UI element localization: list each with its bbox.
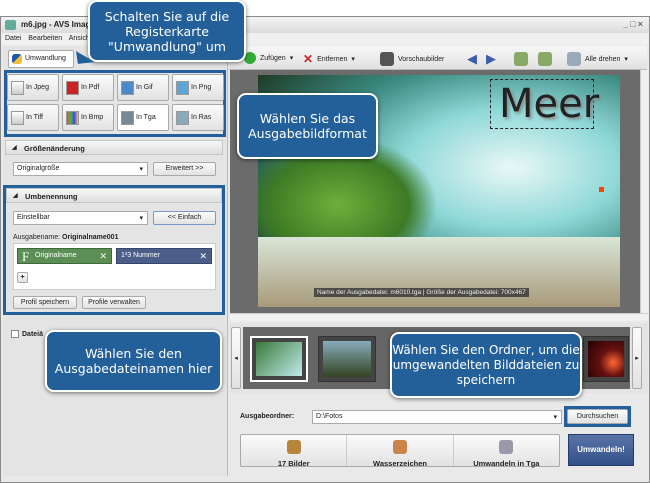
menu-bearbeiten[interactable]: Bearbeiten	[28, 35, 62, 42]
manage-profiles-button[interactable]: Profile verwalten	[82, 296, 146, 309]
format-tiff[interactable]: In Tiff	[7, 104, 59, 131]
prev-arrow-icon[interactable]: ◀	[467, 51, 477, 67]
steps-bar: 17 Bilder Wasserzeichen Umwandeln in Tga	[240, 434, 560, 468]
format-jpeg[interactable]: In Jpeg	[7, 74, 59, 101]
app-icon	[5, 20, 16, 30]
convert-file-icon	[499, 440, 514, 454]
convert-button[interactable]: Umwandeln!	[568, 434, 634, 466]
grid-icon	[380, 52, 394, 66]
png-icon	[176, 80, 189, 95]
images-icon	[286, 440, 301, 454]
advanced-button[interactable]: Erweitert >>	[153, 162, 216, 176]
callout-format: Wählen Sie das Ausgabebildformat	[237, 93, 378, 159]
step-convert[interactable]: Umwandeln in Tga	[452, 435, 559, 468]
resize-header[interactable]: ◢ Größenänderung	[5, 140, 223, 155]
format-gif[interactable]: In Gif	[117, 74, 169, 101]
token-nummer[interactable]: 1²3 Nummer ✕	[116, 248, 212, 264]
callout-name: Wählen Sie den Ausgabedateinamen hier	[45, 330, 222, 392]
window-title: m6.jpg - AVS Image	[21, 20, 95, 29]
collapse-icon: ◢	[12, 145, 17, 151]
collapse-icon: ◢	[13, 193, 18, 199]
bmp-icon	[66, 110, 79, 125]
rotate-right-icon[interactable]	[538, 52, 552, 66]
callout-folder: Wählen Sie den Ordner, um die umgewandel…	[390, 332, 582, 398]
output-folder-label: Ausgabeordner:	[240, 413, 295, 420]
add-button[interactable]: Zufügen ▾	[244, 52, 293, 64]
preview-caption: Name der Ausgabedatei: m6010.tga | Größe…	[314, 288, 529, 297]
horizontal-scrollbar[interactable]	[230, 313, 648, 321]
rotate-all-button[interactable]: Alle drehen ▾	[567, 52, 628, 66]
format-ras[interactable]: In Ras	[172, 104, 224, 131]
tab-umwandlung[interactable]: Umwandlung	[8, 50, 74, 68]
rotate-handle[interactable]	[599, 187, 604, 192]
pdf-icon	[66, 80, 79, 95]
thumbnail-n[interactable]	[583, 336, 629, 382]
dropdown-icon[interactable]: ▾	[290, 54, 294, 62]
tiff-icon	[11, 110, 24, 125]
token-originalname[interactable]: F Originalname ✕	[17, 248, 112, 264]
format-tga[interactable]: In Tga	[117, 104, 169, 131]
step-images[interactable]: 17 Bilder	[241, 435, 346, 468]
vertical-scrollbar[interactable]	[640, 70, 648, 313]
checkbox[interactable]	[11, 330, 19, 338]
simple-button[interactable]: << Einfach	[153, 211, 216, 225]
jpeg-icon	[11, 80, 24, 95]
save-profile-button[interactable]: Profil speichern	[13, 296, 77, 309]
watermark-text[interactable]: Meer	[490, 79, 599, 129]
rotate-left-icon[interactable]	[514, 52, 528, 66]
format-pdf[interactable]: In Pdf	[62, 74, 114, 101]
rename-select[interactable]: Einstellbar	[13, 211, 148, 225]
thumb-prev-button[interactable]: ◂	[231, 327, 241, 389]
rename-header[interactable]: ◢ Umbenennung	[6, 188, 222, 203]
remove-button[interactable]: ✕ Entfernen ▾	[303, 52, 355, 66]
step-watermark[interactable]: Wasserzeichen	[346, 435, 452, 468]
thumbnail-2[interactable]	[318, 336, 376, 382]
resize-select[interactable]: Originalgröße	[13, 162, 148, 176]
text-token-icon: F	[22, 249, 30, 264]
thumb-next-button[interactable]: ▸	[632, 327, 642, 389]
browse-button[interactable]: Durchsuchen	[567, 409, 628, 424]
tga-icon	[121, 110, 134, 125]
output-name: Ausgabename: Originalname001	[13, 234, 119, 241]
add-token-button[interactable]: +	[17, 272, 28, 283]
ras-icon	[176, 110, 189, 125]
next-arrow-icon[interactable]: ▶	[486, 51, 496, 67]
stamp-icon	[392, 440, 407, 454]
format-png[interactable]: In Png	[172, 74, 224, 101]
thumbnail-1[interactable]	[250, 336, 308, 382]
convert-icon	[12, 54, 22, 64]
format-bmp[interactable]: In Bmp	[62, 104, 114, 131]
window-controls[interactable]: _□×	[623, 19, 645, 29]
rotate-icon	[567, 52, 581, 66]
callout-tab: Schalten Sie auf die Registerkarte "Umwa…	[88, 0, 246, 62]
menu-datei[interactable]: Datei	[5, 35, 21, 42]
gif-icon	[121, 80, 134, 95]
number-token-icon: 1²3	[121, 252, 132, 259]
tab-label: Umwandlung	[25, 55, 66, 62]
thumbnails-button[interactable]: Vorschaubilder	[380, 52, 444, 66]
file-checkbox[interactable]: Dateiä	[11, 330, 43, 338]
x-icon: ✕	[303, 52, 314, 66]
remove-token-icon[interactable]: ✕	[199, 251, 207, 262]
output-folder-input[interactable]: D:\Fotos	[312, 410, 562, 424]
remove-token-icon[interactable]: ✕	[99, 251, 107, 262]
